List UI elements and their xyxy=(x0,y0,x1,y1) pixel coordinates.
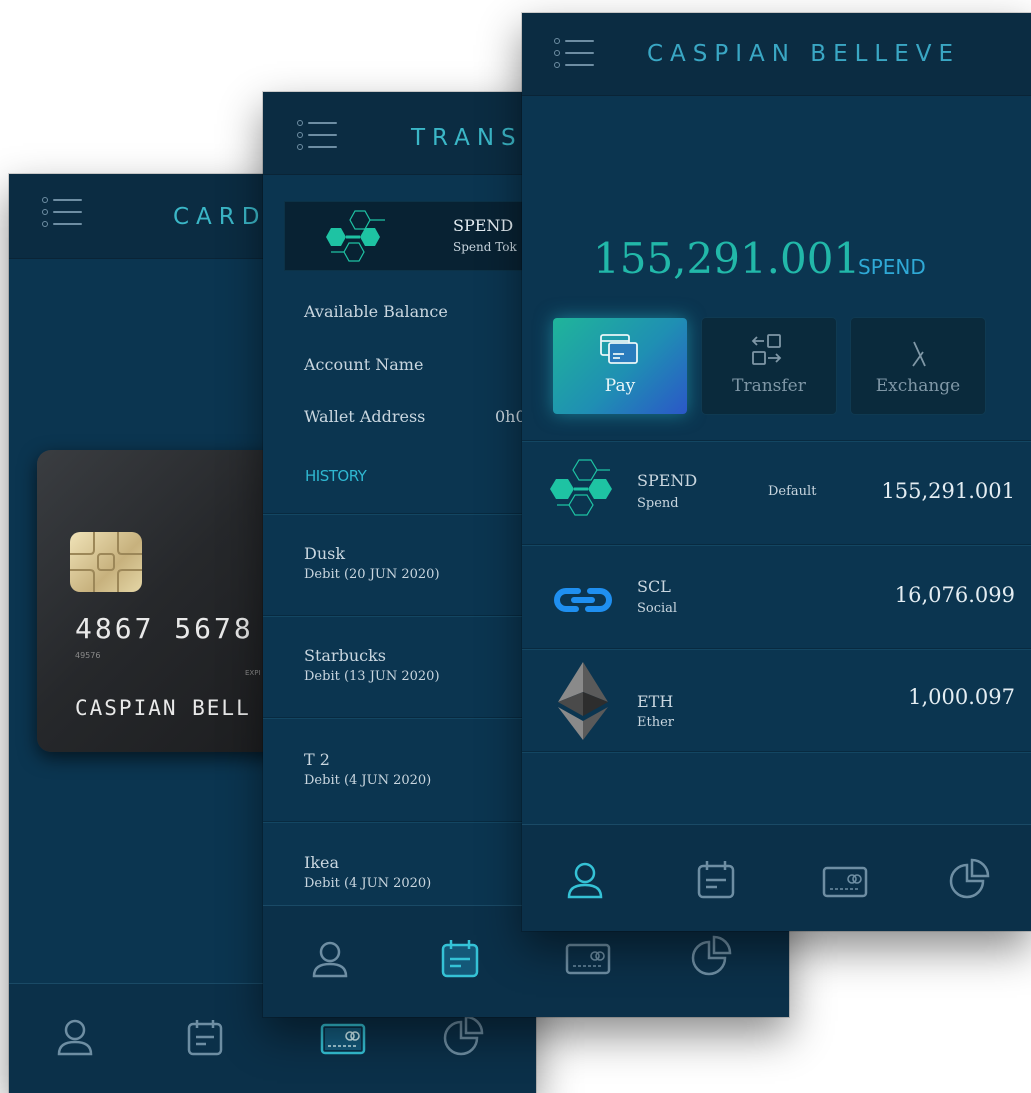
token-name: Ether xyxy=(637,715,674,730)
account-name-label: Account Name xyxy=(304,355,424,374)
pie-chart-icon[interactable] xyxy=(691,934,733,976)
profile-icon[interactable] xyxy=(566,861,604,901)
token-row[interactable]: SCL Social 16,076.099 xyxy=(522,545,1031,648)
history-item-detail: Debit (20 JUN 2020) xyxy=(304,567,440,582)
exchange-button[interactable]: Exchange xyxy=(851,318,985,414)
pay-button[interactable]: Pay xyxy=(553,318,687,414)
calendar-icon[interactable] xyxy=(439,938,481,980)
pie-chart-icon[interactable] xyxy=(443,1014,485,1056)
token-name: Social xyxy=(637,601,678,616)
token-name: SPEND xyxy=(453,216,514,235)
card-chip-icon xyxy=(70,532,142,592)
page-title: CARD xyxy=(173,204,267,230)
card-icon[interactable] xyxy=(320,1022,366,1056)
token-subtitle: Spend Tok xyxy=(453,240,517,254)
hexagon-network-icon xyxy=(317,206,397,270)
card-expiry-label: EXPI xyxy=(245,669,261,677)
token-symbol: SCL xyxy=(637,577,671,596)
wallet-screen: CASPIAN BELLEVE 155,291.001 SPEND Pay Tr… xyxy=(522,13,1031,931)
bottom-nav xyxy=(522,824,1031,931)
exchange-icon xyxy=(909,340,929,372)
card-icon[interactable] xyxy=(822,865,868,899)
card-small-number: 49576 xyxy=(75,651,101,660)
history-item-name: Starbucks xyxy=(304,646,386,665)
history-item-detail: Debit (13 JUN 2020) xyxy=(304,669,440,684)
calendar-icon[interactable] xyxy=(695,859,737,901)
chain-link-icon xyxy=(552,581,614,623)
profile-icon[interactable] xyxy=(311,940,349,980)
transfer-button[interactable]: Transfer xyxy=(702,318,836,414)
hexagon-network-icon xyxy=(544,455,624,523)
page-title: CASPIAN BELLEVE xyxy=(647,41,961,67)
menu-icon[interactable] xyxy=(554,38,594,74)
calendar-icon[interactable] xyxy=(185,1018,225,1058)
token-amount: 155,291.001 xyxy=(881,479,1015,503)
history-item-detail: Debit (4 JUN 2020) xyxy=(304,773,432,788)
wallet-address-label: Wallet Address xyxy=(304,407,426,426)
divider xyxy=(522,751,1031,752)
pay-label: Pay xyxy=(604,376,636,396)
card-holder-name: CASPIAN BELL xyxy=(75,696,251,720)
history-heading: HISTORY xyxy=(305,467,367,485)
menu-icon[interactable] xyxy=(297,120,337,156)
balance-unit: SPEND xyxy=(858,255,926,279)
history-item-detail: Debit (4 JUN 2020) xyxy=(304,876,432,891)
exchange-label: Exchange xyxy=(875,376,961,396)
token-amount: 1,000.097 xyxy=(908,685,1015,709)
token-row[interactable]: SPEND Spend Default 155,291.001 xyxy=(522,441,1031,544)
card-number: 4867 5678 xyxy=(75,612,254,645)
card-icon[interactable] xyxy=(565,942,611,976)
token-name: Spend xyxy=(637,496,679,511)
menu-icon[interactable] xyxy=(42,197,82,233)
history-item-name: Dusk xyxy=(304,544,346,563)
transfer-icon xyxy=(751,333,789,371)
wallet-header: CASPIAN BELLEVE xyxy=(522,13,1031,96)
token-symbol: ETH xyxy=(637,692,674,711)
ethereum-icon xyxy=(558,662,608,744)
token-row[interactable]: ETH Ether 1,000.097 xyxy=(522,649,1031,751)
default-badge: Default xyxy=(768,484,817,499)
token-amount: 16,076.099 xyxy=(894,583,1015,607)
history-item-name: Ikea xyxy=(304,853,340,872)
pie-chart-icon[interactable] xyxy=(949,857,991,899)
transfer-label: Transfer xyxy=(732,376,806,396)
balance-amount: 155,291.001 xyxy=(593,234,861,283)
page-title: TRANS xyxy=(411,125,523,151)
history-item-name: T 2 xyxy=(304,750,330,769)
profile-icon[interactable] xyxy=(56,1018,94,1058)
token-symbol: SPEND xyxy=(637,471,698,490)
available-balance-label: Available Balance xyxy=(304,302,448,321)
credit-cards-icon xyxy=(598,332,640,370)
